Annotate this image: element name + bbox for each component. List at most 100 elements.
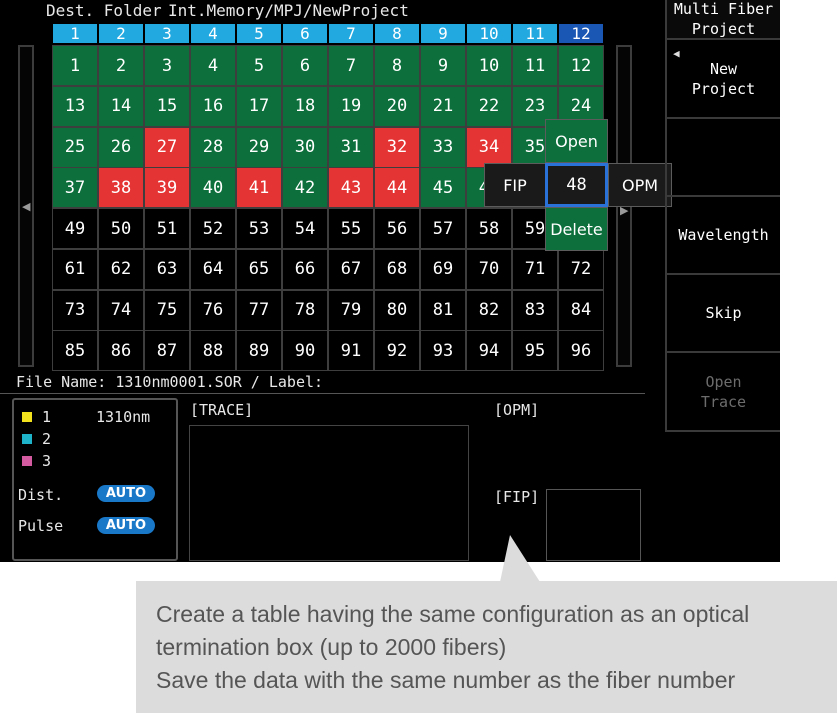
column-header-6: 6 (283, 24, 327, 43)
fiber-cell-88[interactable]: 88 (190, 330, 236, 372)
fiber-cell-2[interactable]: 2 (98, 45, 144, 86)
fiber-cell-9[interactable]: 9 (420, 45, 466, 86)
fiber-cell-96[interactable]: 96 (558, 330, 604, 372)
blank-softkey[interactable] (665, 119, 780, 197)
fiber-cell-4[interactable]: 4 (190, 45, 236, 86)
fiber-cell-16[interactable]: 16 (190, 85, 236, 127)
popup-fip-button[interactable]: FIP (484, 163, 546, 207)
fiber-cell-73[interactable]: 73 (52, 289, 98, 331)
fiber-cell-1[interactable]: 1 (52, 45, 98, 86)
fiber-cell-45[interactable]: 45 (420, 167, 466, 209)
wavelength-softkey[interactable]: Wavelength (665, 197, 780, 275)
fiber-cell-91[interactable]: 91 (328, 330, 374, 372)
fiber-cell-86[interactable]: 86 (98, 330, 144, 372)
fiber-cell-42[interactable]: 42 (282, 167, 328, 209)
fiber-cell-14[interactable]: 14 (98, 85, 144, 127)
fiber-cell-49[interactable]: 49 (52, 208, 98, 249)
fiber-cell-79[interactable]: 79 (328, 289, 374, 331)
fiber-cell-50[interactable]: 50 (98, 208, 144, 249)
popup-opm-button[interactable]: OPM (608, 163, 672, 207)
fiber-cell-65[interactable]: 65 (236, 248, 282, 290)
fip-panel-title: [FIP] (494, 488, 540, 506)
fiber-cell-67[interactable]: 67 (328, 248, 374, 290)
fiber-cell-41[interactable]: 41 (236, 167, 282, 209)
fiber-cell-52[interactable]: 52 (190, 208, 236, 249)
fiber-cell-25[interactable]: 25 (52, 126, 98, 168)
fiber-cell-31[interactable]: 31 (328, 126, 374, 168)
fiber-cell-72[interactable]: 72 (558, 248, 604, 290)
fiber-cell-43[interactable]: 43 (328, 167, 374, 209)
fiber-cell-93[interactable]: 93 (420, 330, 466, 372)
fiber-cell-30[interactable]: 30 (282, 126, 328, 168)
skip-softkey[interactable]: Skip (665, 275, 780, 353)
fiber-cell-34[interactable]: 34 (466, 126, 512, 168)
fiber-cell-27[interactable]: 27 (144, 126, 190, 168)
fiber-cell-94[interactable]: 94 (466, 330, 512, 372)
fiber-cell-77[interactable]: 77 (236, 289, 282, 331)
fiber-cell-90[interactable]: 90 (282, 330, 328, 372)
new-project-softkey[interactable]: ◀ New Project (665, 40, 780, 119)
fiber-cell-61[interactable]: 61 (52, 248, 98, 290)
fiber-cell-19[interactable]: 19 (328, 85, 374, 127)
fiber-cell-85[interactable]: 85 (52, 330, 98, 372)
fiber-cell-71[interactable]: 71 (512, 248, 558, 290)
fiber-cell-38[interactable]: 38 (98, 167, 144, 209)
fiber-cell-28[interactable]: 28 (190, 126, 236, 168)
fiber-cell-95[interactable]: 95 (512, 330, 558, 372)
fiber-cell-12[interactable]: 12 (558, 45, 604, 86)
fiber-cell-32[interactable]: 32 (374, 126, 420, 168)
popup-open-button[interactable]: Open (545, 119, 608, 163)
fiber-cell-55[interactable]: 55 (328, 208, 374, 249)
fiber-cell-5[interactable]: 5 (236, 45, 282, 86)
fiber-cell-39[interactable]: 39 (144, 167, 190, 209)
fiber-cell-10[interactable]: 10 (466, 45, 512, 86)
fiber-cell-76[interactable]: 76 (190, 289, 236, 331)
fiber-cell-63[interactable]: 63 (144, 248, 190, 290)
popup-selected-fiber[interactable]: 48 (545, 163, 608, 207)
fiber-cell-68[interactable]: 68 (374, 248, 420, 290)
fiber-cell-21[interactable]: 21 (420, 85, 466, 127)
fiber-cell-54[interactable]: 54 (282, 208, 328, 249)
fiber-cell-44[interactable]: 44 (374, 167, 420, 209)
fiber-cell-69[interactable]: 69 (420, 248, 466, 290)
fiber-cell-7[interactable]: 7 (328, 45, 374, 86)
fiber-cell-62[interactable]: 62 (98, 248, 144, 290)
scroll-left-arrow-icon[interactable]: ◀ (22, 200, 30, 213)
open-trace-softkey[interactable]: Open Trace (665, 353, 780, 432)
fiber-cell-57[interactable]: 57 (420, 208, 466, 249)
fiber-cell-83[interactable]: 83 (512, 289, 558, 331)
fiber-cell-15[interactable]: 15 (144, 85, 190, 127)
fiber-cell-26[interactable]: 26 (98, 126, 144, 168)
fiber-cell-33[interactable]: 33 (420, 126, 466, 168)
fiber-cell-75[interactable]: 75 (144, 289, 190, 331)
fiber-cell-18[interactable]: 18 (282, 85, 328, 127)
fiber-cell-89[interactable]: 89 (236, 330, 282, 372)
fiber-cell-70[interactable]: 70 (466, 248, 512, 290)
fiber-cell-29[interactable]: 29 (236, 126, 282, 168)
fiber-cell-87[interactable]: 87 (144, 330, 190, 372)
fiber-cell-58[interactable]: 58 (466, 208, 512, 249)
popup-delete-button[interactable]: Delete (545, 207, 608, 251)
fiber-cell-78[interactable]: 78 (282, 289, 328, 331)
fiber-cell-64[interactable]: 64 (190, 248, 236, 290)
fiber-cell-84[interactable]: 84 (558, 289, 604, 331)
fiber-cell-3[interactable]: 3 (144, 45, 190, 86)
fiber-cell-80[interactable]: 80 (374, 289, 420, 331)
fiber-cell-17[interactable]: 17 (236, 85, 282, 127)
fiber-cell-6[interactable]: 6 (282, 45, 328, 86)
fiber-cell-8[interactable]: 8 (374, 45, 420, 86)
fiber-cell-82[interactable]: 82 (466, 289, 512, 331)
fiber-cell-53[interactable]: 53 (236, 208, 282, 249)
fiber-cell-22[interactable]: 22 (466, 85, 512, 127)
fiber-cell-20[interactable]: 20 (374, 85, 420, 127)
fiber-cell-13[interactable]: 13 (52, 85, 98, 127)
fiber-cell-74[interactable]: 74 (98, 289, 144, 331)
fiber-cell-92[interactable]: 92 (374, 330, 420, 372)
fiber-cell-56[interactable]: 56 (374, 208, 420, 249)
fiber-cell-37[interactable]: 37 (52, 167, 98, 209)
fiber-cell-11[interactable]: 11 (512, 45, 558, 86)
fiber-cell-40[interactable]: 40 (190, 167, 236, 209)
fiber-cell-81[interactable]: 81 (420, 289, 466, 331)
fiber-cell-66[interactable]: 66 (282, 248, 328, 290)
fiber-cell-51[interactable]: 51 (144, 208, 190, 249)
